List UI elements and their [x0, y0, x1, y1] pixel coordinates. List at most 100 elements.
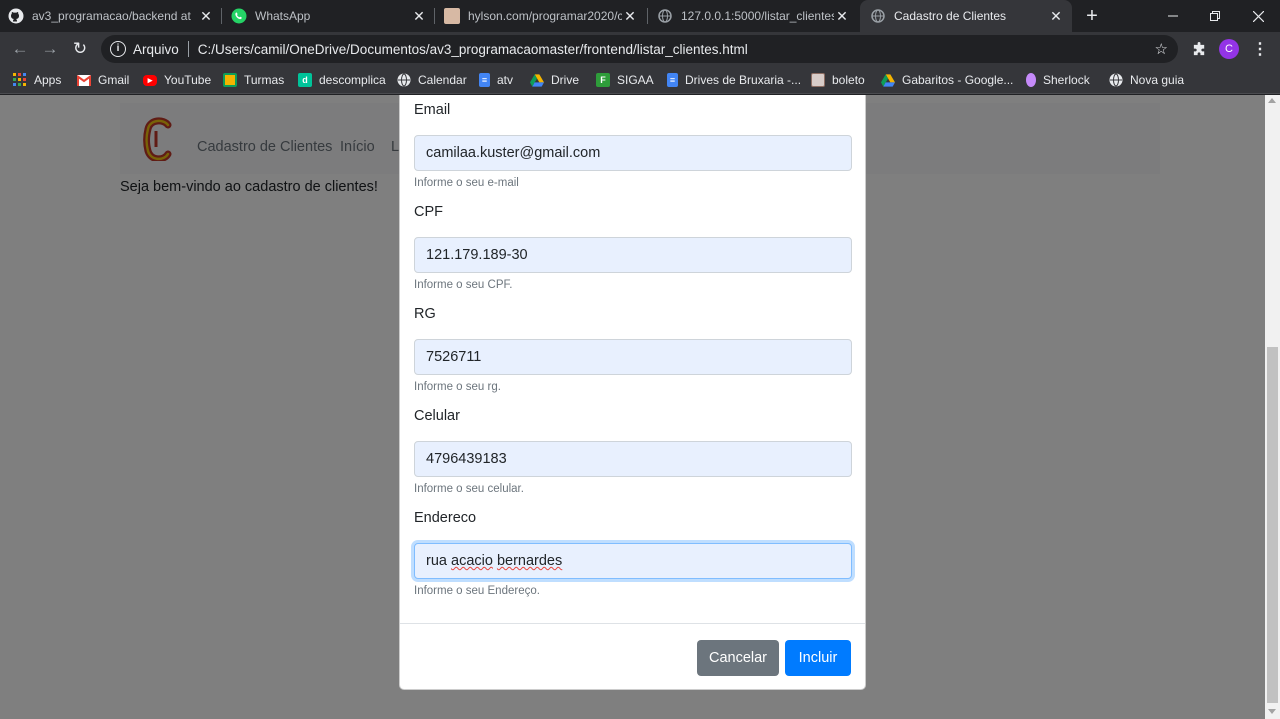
profile-button[interactable]: C [1218, 38, 1240, 60]
email-label: Email [414, 102, 451, 118]
new-tab-button[interactable]: + [1083, 4, 1101, 28]
scroll-up-arrow-icon[interactable] [1268, 98, 1276, 103]
tab-divider [647, 8, 648, 24]
celular-label: Celular [414, 408, 460, 424]
tab-hylson[interactable]: hylson.com/programar2020/co ✕ [444, 0, 638, 32]
scroll-down-arrow-icon[interactable] [1268, 709, 1276, 714]
bookmark-label: descomplica [319, 73, 386, 87]
tab-title: WhatsApp [255, 9, 311, 23]
tab-whatsapp[interactable]: WhatsApp ✕ [231, 0, 427, 32]
bookmark-sherlock[interactable]: Sherlock [1026, 71, 1090, 89]
bookmark-apps[interactable]: Apps [13, 71, 61, 89]
celular-help: Informe o seu celular. [414, 483, 524, 495]
celular-group: Celular 4796439183 Informe o seu celular… [414, 408, 852, 495]
bookmark-label: Gmail [98, 73, 130, 87]
bookmark-label: Drive [551, 73, 580, 87]
scrollbar-thumb[interactable] [1267, 347, 1278, 703]
forward-button[interactable]: → [38, 37, 62, 61]
globe-icon [1109, 73, 1123, 87]
image-icon [811, 73, 825, 87]
bookmark-star-icon[interactable]: ☆ [1155, 40, 1168, 58]
bookmark-atv[interactable]: ≡ atv [479, 71, 513, 89]
bookmark-gmail[interactable]: Gmail [77, 71, 129, 89]
close-icon[interactable]: ✕ [198, 8, 214, 25]
email-field[interactable]: camilaa.kuster@gmail.com [414, 135, 852, 171]
address-scheme: Arquivo [133, 41, 179, 57]
close-icon[interactable]: ✕ [622, 8, 638, 25]
tab-github[interactable]: av3_programacao/backend at ✕ [8, 0, 214, 32]
address-url[interactable]: C:/Users/camil/OneDrive/Documentos/av3_p… [198, 42, 748, 57]
browser-toolbar: ← → ↻ i Arquivo C:/Users/camil/OneDrive/… [0, 32, 1280, 66]
celular-field[interactable]: 4796439183 [414, 441, 852, 477]
avatar: C [1219, 39, 1239, 59]
reload-icon: ↻ [72, 39, 88, 58]
puzzle-icon [1193, 41, 1204, 55]
close-icon[interactable]: ✕ [834, 8, 850, 25]
menu-button[interactable]: ⋮ [1250, 38, 1270, 60]
endereco-field[interactable]: rua acacio bernardes [414, 543, 852, 579]
bookmark-descomplica[interactable]: d descomplica [298, 71, 386, 89]
bookmark-gabaritos[interactable]: Gabaritos - Google... [881, 71, 1013, 89]
rg-help: Informe o seu rg. [414, 381, 501, 393]
bookmark-label: Gabaritos - Google... [902, 73, 1014, 87]
submit-button[interactable]: Incluir [785, 640, 851, 676]
bookmark-label: atv [497, 73, 514, 87]
bookmark-label: boleto [832, 73, 865, 87]
close-icon[interactable]: ✕ [411, 8, 427, 25]
sigaa-icon: F [596, 73, 610, 87]
bookmark-boleto[interactable]: boleto [811, 71, 865, 89]
address-bar[interactable]: i Arquivo C:/Users/camil/OneDrive/Docume… [101, 35, 1178, 63]
cpf-group: CPF 121.179.189-30 Informe o seu CPF. [414, 204, 852, 291]
tab-title: 127.0.0.1:5000/listar_clientes [681, 9, 834, 23]
bookmark-label: Drives de Bruxaria -... [685, 73, 802, 87]
drive-icon [881, 73, 895, 87]
back-button[interactable]: ← [8, 37, 32, 61]
bookmark-drive[interactable]: Drive [530, 71, 579, 89]
bookmark-label: Nova guia [1130, 73, 1185, 87]
bookmark-sigaa[interactable]: F SIGAA [596, 71, 654, 89]
close-icon[interactable]: ✕ [1048, 8, 1064, 25]
globe-icon [870, 8, 886, 24]
close-icon [1252, 10, 1264, 22]
modal-footer: Cancelar Incluir [400, 623, 865, 690]
bookmark-drives-de-bruxaria[interactable]: ≡ Drives de Bruxaria -... [667, 71, 801, 89]
cpf-field[interactable]: 121.179.189-30 [414, 237, 852, 273]
bookmark-youtube[interactable]: ▸ YouTube [143, 71, 211, 89]
bookmark-nova-guia[interactable]: Nova guia [1109, 71, 1184, 89]
kebab-menu-icon: ⋮ [1252, 41, 1268, 58]
rg-field[interactable]: 7526711 [414, 339, 852, 375]
bookmark-label: SIGAA [617, 73, 654, 87]
extensions-button[interactable] [1188, 38, 1210, 60]
globe-icon [657, 8, 673, 24]
arrow-right-icon: → [41, 39, 59, 58]
cancel-button[interactable]: Cancelar [697, 640, 779, 676]
tab-divider [434, 8, 435, 24]
reload-button[interactable]: ↻ [68, 37, 92, 61]
arrow-left-icon: ← [11, 39, 29, 58]
descomplica-icon: d [298, 73, 312, 87]
email-help: Informe o seu e-mail [414, 177, 519, 189]
bookmark-turmas[interactable]: Turmas [223, 71, 284, 89]
rg-group: RG 7526711 Informe o seu rg. [414, 306, 852, 393]
docs-icon: ≡ [479, 73, 490, 87]
bookmark-label: Sherlock [1043, 73, 1090, 87]
classroom-icon [223, 73, 237, 87]
tab-listar-clientes[interactable]: 127.0.0.1:5000/listar_clientes ✕ [657, 0, 850, 32]
address-divider [187, 41, 189, 57]
info-icon[interactable]: i [110, 41, 126, 57]
bookmark-calendar[interactable]: Calendar [397, 71, 467, 89]
endereco-label: Endereco [414, 510, 477, 526]
tab-cadastro-clientes[interactable]: Cadastro de Clientes ✕ [860, 0, 1072, 32]
endereco-help: Informe o seu Endereço. [414, 585, 540, 597]
bookmark-label: Calendar [418, 73, 467, 87]
email-group: Email camilaa.kuster@gmail.com Informe o… [414, 102, 852, 189]
minimize-button[interactable] [1151, 0, 1195, 32]
endereco-value-part: rua [426, 553, 451, 569]
bookmark-label: Apps [34, 73, 62, 87]
restore-icon [1210, 11, 1220, 21]
tab-title: av3_programacao/backend at [32, 9, 191, 23]
site-favicon [444, 8, 460, 24]
restore-button[interactable] [1193, 0, 1237, 32]
window-close-button[interactable] [1236, 0, 1280, 32]
cpf-label: CPF [414, 204, 443, 220]
